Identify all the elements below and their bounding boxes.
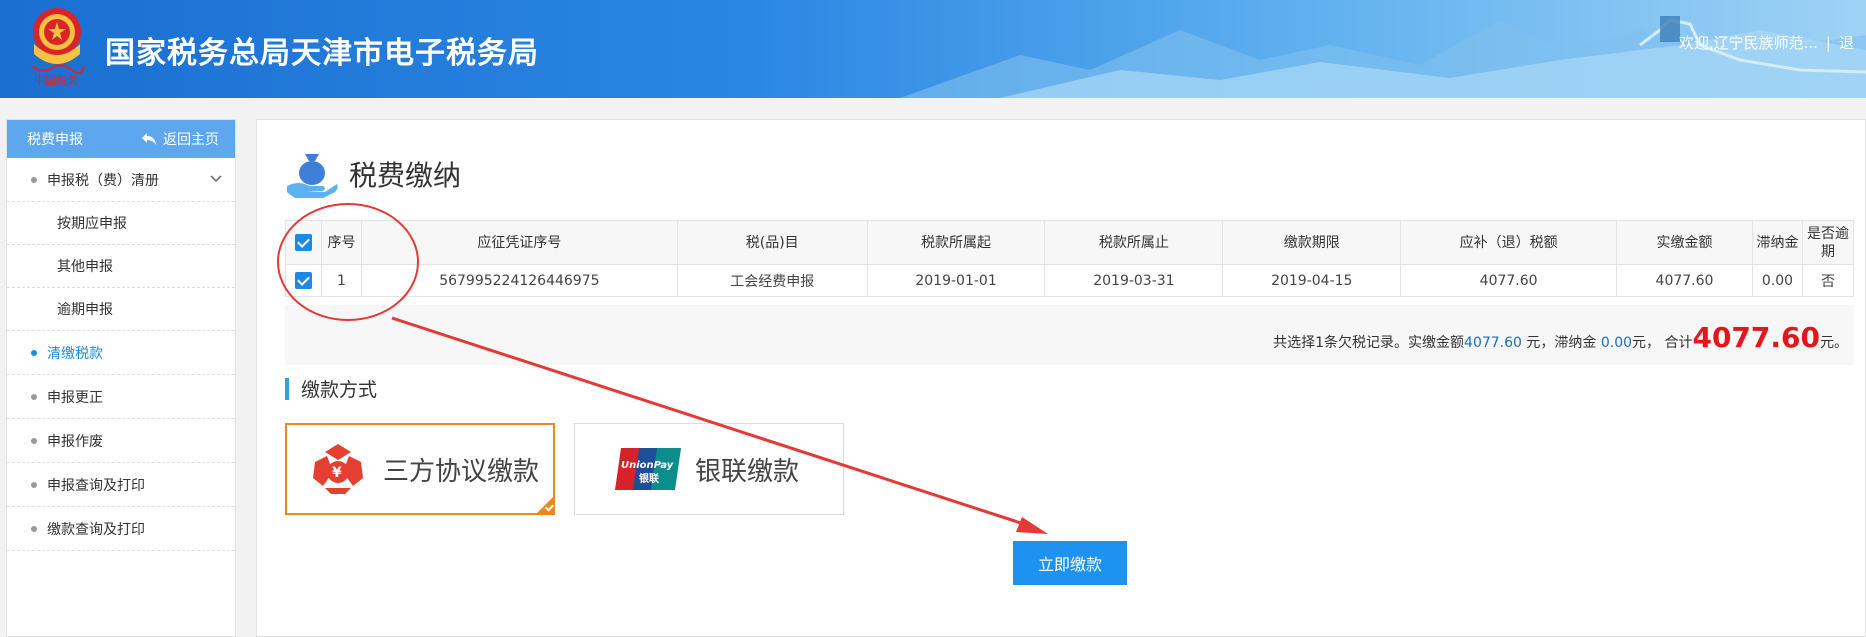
cell-period-start: 2019-01-01 bbox=[866, 264, 1046, 297]
sidebar-item-declaration-correction[interactable]: 申报更正 bbox=[7, 375, 235, 419]
page-title-area: 税费缴纳 bbox=[285, 148, 461, 200]
payment-summary: 共选择1条欠税记录。实缴金额4077.60 元，滞纳金 0.00元， 合计407… bbox=[285, 305, 1854, 365]
column-header-overdue: 是否逾期 bbox=[1801, 220, 1855, 265]
payment-option-label: 银联缴款 bbox=[695, 456, 800, 487]
summary-total: 4077.60 bbox=[1692, 321, 1820, 354]
bullet-icon bbox=[31, 394, 37, 400]
sidebar-item-payment-query-print[interactable]: 缴款查询及打印 bbox=[7, 507, 235, 551]
national-tax-emblem-icon: 中国税务 bbox=[31, 8, 85, 87]
site-header: 中国税务 国家税务总局天津市电子税务局 欢迎,辽宁民族师范... | 退 bbox=[0, 0, 1866, 98]
section-title-label: 缴款方式 bbox=[301, 379, 378, 401]
cell-voucher: 567995224126446975 bbox=[360, 264, 678, 297]
cell-overdue: 否 bbox=[1801, 264, 1855, 297]
sidebar-item-tax-declaration-list[interactable]: 申报税（费）清册 bbox=[7, 158, 235, 202]
sidebar-item-label: 清缴税款 bbox=[47, 345, 103, 362]
summary-text: 共选择1条欠税记录。实缴金额4077.60 元，滞纳金 0.00元， 合计407… bbox=[1273, 321, 1848, 354]
cell-tax-item: 工会经费申报 bbox=[676, 264, 868, 297]
sidebar-item-declaration-query-print[interactable]: 申报查询及打印 bbox=[7, 463, 235, 507]
column-header-period-end: 税款所属止 bbox=[1044, 220, 1224, 265]
unionpay-icon: UnionPay 银联 bbox=[615, 448, 681, 490]
sidebar-item-label: 申报作废 bbox=[47, 433, 103, 450]
unionpay-logo-text-top: UnionPay bbox=[621, 460, 674, 471]
summary-late-fee: 0.00 bbox=[1600, 335, 1633, 351]
bullet-icon bbox=[31, 482, 37, 488]
section-accent-bar bbox=[285, 377, 289, 400]
sidebar-item-label: 申报查询及打印 bbox=[47, 477, 145, 494]
bullet-icon bbox=[31, 350, 37, 356]
bullet-icon bbox=[31, 526, 37, 532]
summary-mid1: 元，滞纳金 bbox=[1521, 335, 1601, 351]
welcome-bar: 欢迎,辽宁民族师范... | 退 bbox=[1679, 32, 1854, 53]
sidebar-item-other-declaration[interactable]: 其他申报 bbox=[7, 245, 235, 288]
money-bag-hand-icon bbox=[287, 154, 338, 198]
bullet-icon bbox=[31, 177, 37, 183]
back-home-label: 返回主页 bbox=[163, 132, 219, 148]
column-header-paid-amount: 实缴金额 bbox=[1616, 220, 1753, 265]
row-select-checkbox[interactable] bbox=[285, 264, 322, 297]
chevron-down-icon bbox=[210, 175, 222, 183]
sidebar-item-overdue-declaration[interactable]: 逾期申报 bbox=[7, 288, 235, 331]
bullet-icon bbox=[31, 438, 37, 444]
payment-option-third-party[interactable]: ¥ 三方协议缴款 bbox=[285, 423, 555, 515]
sidebar-item-label: 按期应申报 bbox=[57, 216, 127, 232]
page-title: 税费缴纳 bbox=[349, 159, 462, 192]
third-party-agreement-icon: ¥ bbox=[313, 444, 363, 494]
sidebar-item-label: 逾期申报 bbox=[57, 302, 113, 318]
table-header-row: 序号 应征凭证序号 税(品)目 税款所属起 税款所属止 缴款期限 应补（退）税额… bbox=[285, 220, 1855, 265]
sidebar-title: 税费申报 bbox=[27, 132, 83, 148]
payment-method-section-title: 缴款方式 bbox=[285, 375, 377, 402]
cell-paid-amount: 4077.60 bbox=[1616, 264, 1753, 297]
payment-option-label: 三方协议缴款 bbox=[383, 456, 540, 487]
sidebar-item-label: 申报更正 bbox=[47, 389, 103, 406]
cell-period-end: 2019-03-31 bbox=[1044, 264, 1224, 297]
column-header-tax-item: 税(品)目 bbox=[676, 220, 868, 265]
pay-now-button[interactable]: 立即缴款 bbox=[1013, 541, 1127, 585]
summary-prefix: 共选择1条欠税记录。实缴金额 bbox=[1273, 335, 1465, 351]
cell-late-fee: 0.00 bbox=[1751, 264, 1803, 297]
sidebar-header: 税费申报 返回主页 bbox=[7, 120, 235, 158]
logout-link[interactable]: 退 bbox=[1839, 34, 1854, 52]
back-arrow-icon bbox=[142, 133, 156, 145]
svg-text:中国税务: 中国税务 bbox=[34, 73, 78, 87]
main-panel: 税费缴纳 序号 应征凭证序号 税(品)目 税款所属起 税款所属止 缴款期限 应补… bbox=[256, 119, 1866, 637]
column-header-index: 序号 bbox=[320, 220, 362, 265]
svg-text:¥: ¥ bbox=[332, 465, 342, 481]
checkbox-checked-icon bbox=[294, 272, 312, 289]
checkbox-checked-icon bbox=[294, 234, 312, 251]
sidebar-item-declaration-void[interactable]: 申报作废 bbox=[7, 419, 235, 463]
cell-due-amount: 4077.60 bbox=[1400, 264, 1618, 297]
tax-payment-table: 序号 应征凭证序号 税(品)目 税款所属起 税款所属止 缴款期限 应补（退）税额… bbox=[285, 220, 1855, 297]
cell-deadline: 2019-04-15 bbox=[1222, 264, 1402, 297]
unionpay-logo-text-bottom: 银联 bbox=[639, 472, 659, 485]
column-header-deadline: 缴款期限 bbox=[1222, 220, 1402, 265]
sidebar-item-label: 申报税（费）清册 bbox=[47, 172, 159, 189]
select-all-checkbox[interactable] bbox=[285, 220, 322, 265]
sidebar-item-tax-settlement[interactable]: 清缴税款 bbox=[7, 331, 235, 375]
cell-index: 1 bbox=[320, 264, 362, 297]
welcome-separator: | bbox=[1825, 34, 1831, 52]
back-home-link[interactable]: 返回主页 bbox=[141, 129, 219, 149]
summary-paid-amount: 4077.60 bbox=[1464, 335, 1522, 351]
welcome-user-link[interactable]: 欢迎,辽宁民族师范... bbox=[1679, 34, 1818, 52]
summary-suffix: 元。 bbox=[1820, 335, 1848, 351]
summary-mid2: 元， 合计 bbox=[1632, 335, 1693, 351]
sidebar: 税费申报 返回主页 申报税（费）清册 按期应申报 其他申报 逾期申报 清缴税款 … bbox=[6, 119, 236, 637]
column-header-late-fee: 滞纳金 bbox=[1751, 220, 1803, 265]
sidebar-item-label: 其他申报 bbox=[57, 259, 113, 275]
site-title: 国家税务总局天津市电子税务局 bbox=[105, 36, 539, 71]
column-header-period-start: 税款所属起 bbox=[866, 220, 1046, 265]
column-header-voucher: 应征凭证序号 bbox=[360, 220, 678, 265]
sidebar-item-periodic-declaration[interactable]: 按期应申报 bbox=[7, 202, 235, 245]
table-row: 1 567995224126446975 工会经费申报 2019-01-01 2… bbox=[285, 264, 1855, 297]
column-header-due-amount: 应补（退）税额 bbox=[1400, 220, 1618, 265]
payment-option-unionpay[interactable]: UnionPay 银联 银联缴款 bbox=[574, 423, 844, 515]
sidebar-item-label: 缴款查询及打印 bbox=[47, 521, 145, 538]
